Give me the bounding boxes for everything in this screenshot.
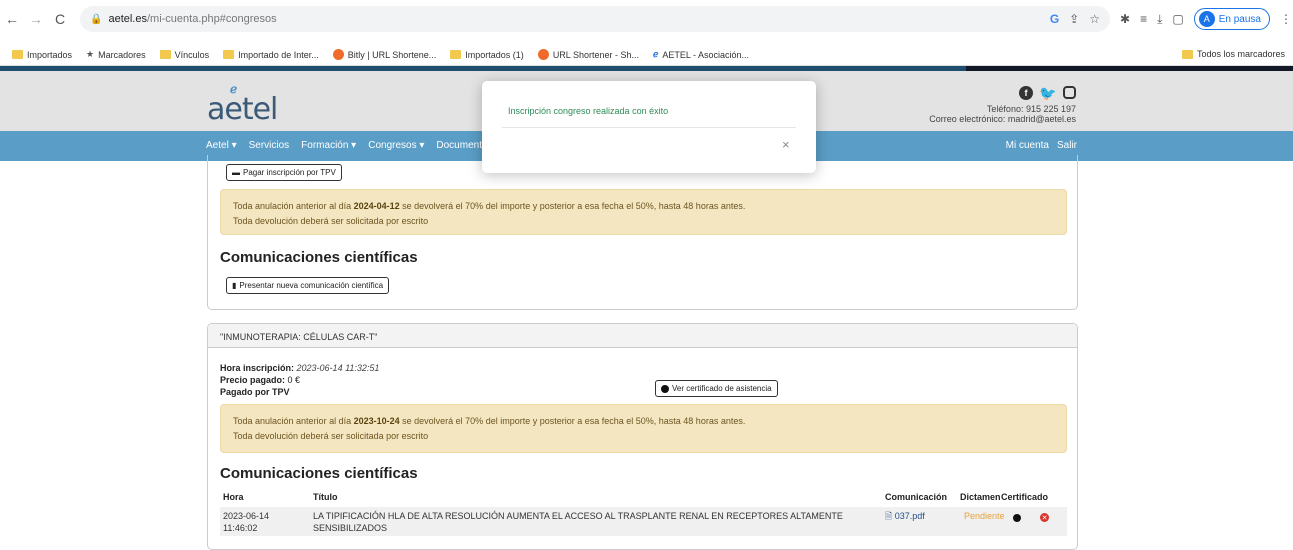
- folder-icon: [1181, 49, 1193, 59]
- delete-icon[interactable]: ✕: [1040, 513, 1049, 522]
- card-icon: ▬: [232, 168, 240, 177]
- email-text: Correo electrónico: madrid@aetel.es: [929, 114, 1076, 124]
- close-icon[interactable]: ×: [782, 137, 790, 152]
- profile-avatar: A: [1198, 11, 1215, 27]
- bookmark-item[interactable]: Importados (1): [450, 50, 524, 60]
- site-logo[interactable]: ℯ aetel: [207, 82, 278, 127]
- column-header: Título: [313, 492, 338, 502]
- reload-icon[interactable]: C: [48, 11, 72, 27]
- extensions-icon[interactable]: ✱: [1120, 12, 1130, 26]
- contact-info: f 🐦 Teléfono: 915 225 197 Correo electró…: [929, 85, 1076, 124]
- modal-divider: [502, 127, 796, 128]
- document-icon: ▮: [232, 281, 237, 290]
- browser-toolbar: ← → C 🔒 aetel.es /mi-cuenta.php#congreso…: [0, 0, 1293, 44]
- logo-text: aetel: [207, 92, 278, 127]
- url-host: aetel.es: [108, 13, 147, 25]
- table-row: 2023-06-14 11:46:02 LA TIPIFICACIÓN HLA …: [220, 507, 1067, 536]
- url-path: /mi-cuenta.php#congresos: [146, 13, 277, 25]
- profile-label: En pausa: [1218, 13, 1261, 25]
- success-modal: Inscripción congreso realizada con éxito…: [482, 81, 816, 173]
- forward-icon[interactable]: →: [24, 11, 48, 27]
- section-title: Comunicaciones científicas: [220, 465, 418, 482]
- bookmark-item[interactable]: Vínculos: [159, 50, 209, 60]
- google-icon[interactable]: G: [1050, 12, 1059, 26]
- menu-icon[interactable]: ⋮: [1280, 12, 1292, 26]
- side-panel-icon[interactable]: ▢: [1172, 12, 1183, 26]
- star-icon: ★: [86, 49, 95, 59]
- phone-text: Teléfono: 915 225 197: [986, 104, 1076, 114]
- address-bar[interactable]: 🔒 aetel.es /mi-cuenta.php#congresos G ⇪ …: [80, 6, 1110, 32]
- column-header: Hora: [223, 492, 244, 502]
- nav-item-congresos[interactable]: Congresos ▾: [368, 140, 424, 151]
- folder-icon: [12, 50, 23, 59]
- folder-icon: [159, 50, 171, 59]
- bitly-icon: [537, 49, 549, 60]
- certificate-icon[interactable]: [1013, 514, 1021, 522]
- status-badge: Pendiente: [964, 511, 1005, 521]
- address-row: ← → C 🔒 aetel.es /mi-cuenta.php#congreso…: [0, 6, 1293, 32]
- nav-account: Mi cuenta Salir: [1006, 140, 1077, 151]
- bookmark-item[interactable]: URL Shortener - Sh...: [537, 49, 639, 60]
- instagram-icon[interactable]: [1063, 86, 1076, 99]
- nav-menu: Aetel ▾ Servicios Formación ▾ Congresos …: [206, 140, 488, 151]
- twitter-icon[interactable]: 🐦: [1039, 85, 1056, 101]
- congress-title: "INMUNOTERAPIA: CÉLULAS CAR-T": [208, 324, 1077, 348]
- bookmark-item[interactable]: Importado de Inter...: [223, 50, 319, 60]
- view-certificate-button[interactable]: Ver certificado de asistencia: [655, 380, 778, 397]
- bookmark-item[interactable]: Bitly | URL Shortene...: [332, 49, 436, 60]
- folder-icon: [450, 50, 462, 59]
- certificate-icon: [661, 384, 669, 393]
- nav-item-aetel[interactable]: Aetel ▾: [206, 140, 237, 151]
- share-icon[interactable]: ⇪: [1069, 12, 1079, 26]
- nav-item-documentos[interactable]: Documento: [436, 140, 487, 151]
- pdf-link[interactable]: 🗎 037.pdf: [885, 510, 925, 522]
- registration-info: Hora inscripción: 2023-06-14 11:32:51 Pr…: [220, 363, 380, 397]
- column-header: Certificado: [1001, 492, 1049, 502]
- folder-icon: [223, 50, 235, 59]
- pay-tpv-button[interactable]: ▬ Pagar inscripción por TPV: [226, 164, 342, 181]
- row-title: LA TIPIFICACIÓN HLA DE ALTA RESOLUCIÓN A…: [313, 511, 843, 533]
- bookmark-star-icon[interactable]: ☆: [1089, 12, 1100, 26]
- aetel-icon: ℯ: [653, 49, 659, 59]
- section-title: Comunicaciones científicas: [220, 249, 418, 266]
- reading-list-icon[interactable]: ≡: [1140, 12, 1147, 26]
- column-header: Comunicación: [885, 492, 948, 502]
- bookmark-item[interactable]: ★ Marcadores: [86, 49, 146, 60]
- column-header: Dictamen: [960, 492, 1001, 502]
- nav-item-servicios[interactable]: Servicios: [249, 140, 290, 151]
- nav-item-formacion[interactable]: Formación ▾: [301, 140, 356, 151]
- bookmark-item[interactable]: Importados: [12, 50, 72, 60]
- facebook-icon[interactable]: f: [1019, 86, 1033, 100]
- lock-icon[interactable]: 🔒: [90, 14, 102, 25]
- bitly-icon: [332, 49, 344, 60]
- back-icon[interactable]: ←: [0, 11, 24, 27]
- nav-item-salir[interactable]: Salir: [1057, 140, 1077, 151]
- bookmark-item[interactable]: ℯ AETEL - Asociación...: [653, 49, 749, 60]
- profile-button[interactable]: A En pausa: [1193, 8, 1270, 30]
- modal-message: Inscripción congreso realizada con éxito: [508, 106, 669, 116]
- new-communication-button[interactable]: ▮ Presentar nueva comunicación científic…: [226, 277, 390, 294]
- row-time: 2023-06-14 11:46:02: [223, 511, 270, 533]
- cancellation-warning: Toda anulación anterior al día 2023-10-2…: [220, 404, 1067, 453]
- pdf-icon: 🗎: [885, 511, 893, 521]
- bookmarks-bar: Importados ★ Marcadores Vínculos Importad…: [0, 44, 1293, 66]
- all-bookmarks[interactable]: Todos los marcadores: [1181, 49, 1285, 59]
- download-icon[interactable]: ⤓: [1157, 12, 1162, 27]
- cancellation-warning: Toda anulación anterior al día 2024-04-1…: [220, 189, 1067, 235]
- nav-item-mi-cuenta[interactable]: Mi cuenta: [1006, 140, 1049, 151]
